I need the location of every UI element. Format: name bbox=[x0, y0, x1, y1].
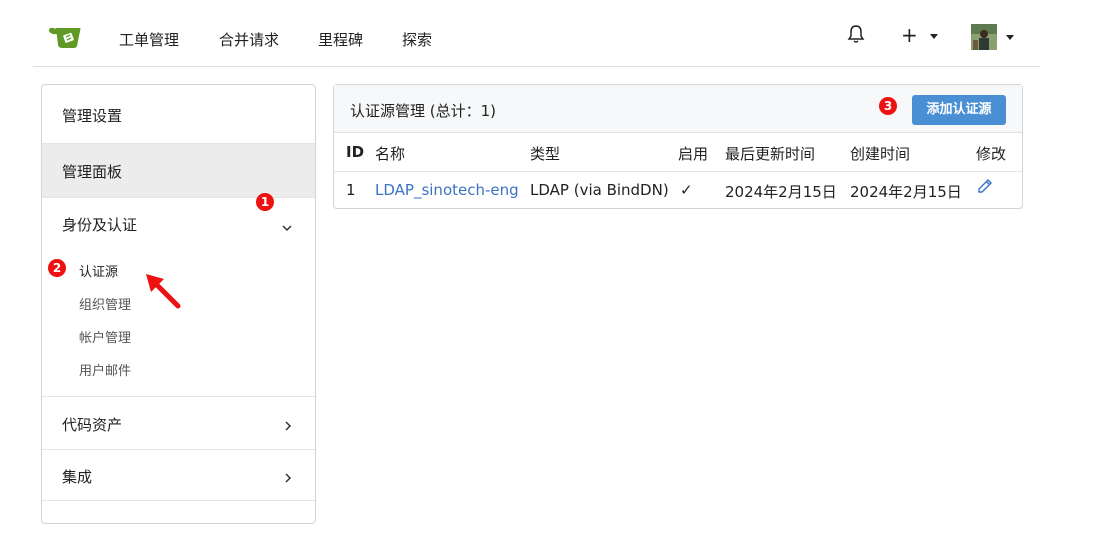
auth-source-link[interactable]: LDAP_sinotech-eng bbox=[375, 181, 519, 199]
chevron-right-icon bbox=[283, 469, 293, 488]
chevron-down-icon bbox=[930, 34, 939, 39]
nav-pull-requests[interactable]: 合并请求 bbox=[219, 29, 279, 50]
panel-header: 认证源管理 (总计：1) 添加认证源 bbox=[334, 85, 1022, 133]
column-header-created[interactable]: 创建时间 bbox=[850, 143, 910, 164]
panel-title: 认证源管理 (总计：1) bbox=[350, 102, 497, 120]
annotation-badge-3: 3 bbox=[879, 97, 897, 115]
auth-sources-panel: 认证源管理 (总计：1) 添加认证源 ID 名称 类型 启用 最后更新时间 创建… bbox=[333, 84, 1023, 209]
column-header-name[interactable]: 名称 bbox=[375, 143, 405, 164]
chevron-down-icon bbox=[1006, 34, 1015, 40]
chevron-right-icon bbox=[283, 417, 293, 436]
sidebar-item-accounts[interactable]: 帐户管理 bbox=[79, 327, 131, 346]
sidebar-item-dashboard[interactable]: 管理面板 bbox=[42, 144, 315, 197]
sidebar-item-label: 管理面板 bbox=[62, 163, 123, 181]
sidebar-item-label: 代码资产 bbox=[62, 416, 123, 434]
pencil-icon[interactable] bbox=[977, 178, 993, 198]
add-auth-source-button[interactable]: 添加认证源 bbox=[912, 95, 1006, 125]
annotation-arrow-icon bbox=[146, 274, 181, 309]
sidebar-group-integrations[interactable]: 集成 bbox=[42, 450, 315, 500]
chevron-down-icon bbox=[281, 218, 293, 237]
cell-type: LDAP (via BindDN) bbox=[530, 181, 669, 199]
nav-milestones[interactable]: 里程碑 bbox=[318, 29, 363, 50]
nav-issues[interactable]: 工单管理 bbox=[119, 29, 179, 50]
sidebar-item-organizations[interactable]: 组织管理 bbox=[79, 294, 131, 313]
plus-icon: + bbox=[901, 23, 918, 47]
annotation-badge-1: 1 bbox=[256, 193, 274, 211]
annotation-badge-2: 2 bbox=[48, 259, 66, 277]
gitea-logo-icon[interactable] bbox=[47, 26, 83, 54]
top-navbar: 工单管理 合并请求 里程碑 探索 + bbox=[33, 0, 1040, 67]
avatar bbox=[971, 24, 997, 50]
sidebar-item-label: 集成 bbox=[62, 468, 93, 486]
divider bbox=[42, 500, 315, 501]
nav-explore[interactable]: 探索 bbox=[402, 29, 432, 50]
column-header-id[interactable]: ID bbox=[346, 143, 364, 161]
cell-created: 2024年2月15日 bbox=[850, 183, 962, 201]
cell-id: 1 bbox=[346, 181, 356, 199]
column-header-enabled[interactable]: 启用 bbox=[678, 143, 708, 164]
bell-icon[interactable] bbox=[847, 24, 865, 48]
sidebar-item-emails[interactable]: 用户邮件 bbox=[79, 360, 131, 379]
column-header-type[interactable]: 类型 bbox=[530, 143, 560, 164]
cell-updated: 2024年2月15日 bbox=[725, 183, 837, 201]
user-menu[interactable] bbox=[971, 24, 1015, 50]
sidebar-item-auth-sources[interactable]: 认证源 bbox=[79, 261, 118, 280]
sidebar-group-identity[interactable]: 身份及认证 bbox=[42, 198, 315, 248]
sidebar-title: 管理设置 bbox=[62, 107, 123, 125]
create-new-button[interactable]: + bbox=[901, 23, 939, 47]
sidebar-group-repo-assets[interactable]: 代码资产 bbox=[42, 397, 315, 449]
column-header-edit: 修改 bbox=[976, 145, 1007, 163]
check-icon: ✓ bbox=[680, 181, 693, 199]
divider bbox=[334, 171, 1022, 172]
sidebar-item-label: 身份及认证 bbox=[62, 216, 138, 234]
column-header-updated[interactable]: 最后更新时间 bbox=[725, 143, 815, 164]
